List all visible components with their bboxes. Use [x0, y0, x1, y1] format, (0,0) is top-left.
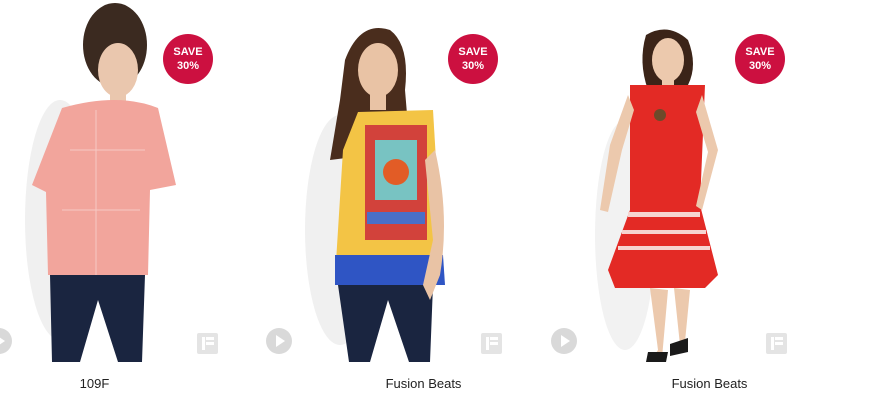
play-icon[interactable] — [551, 328, 577, 354]
product-name[interactable]: Fusion Beats — [281, 376, 566, 391]
product-card[interactable]: SAVE 30% Fusion Beats — [266, 0, 570, 403]
badge-percent: 30% — [176, 60, 200, 72]
brand-logo-icon[interactable] — [481, 333, 502, 354]
brand-logo-icon[interactable] — [766, 333, 787, 354]
badge-save-label: SAVE — [745, 46, 775, 58]
product-card[interactable]: SAVE 30% Fusion Beats — [551, 0, 855, 403]
play-icon[interactable] — [266, 328, 292, 354]
product-card[interactable]: SAVE 30% 109F — [0, 0, 285, 403]
product-name[interactable]: Fusion Beats — [567, 376, 852, 391]
badge-save-label: SAVE — [458, 46, 488, 58]
badge-percent: 30% — [461, 60, 485, 72]
badge-percent: 30% — [748, 60, 772, 72]
discount-badge: SAVE 30% — [448, 34, 498, 84]
product-image[interactable] — [0, 0, 285, 365]
brand-logo-icon[interactable] — [197, 333, 218, 354]
product-name[interactable]: 109F — [0, 376, 237, 391]
discount-badge: SAVE 30% — [163, 34, 213, 84]
discount-badge: SAVE 30% — [735, 34, 785, 84]
product-image[interactable] — [570, 0, 855, 365]
product-image[interactable] — [285, 0, 570, 365]
badge-save-label: SAVE — [173, 46, 203, 58]
